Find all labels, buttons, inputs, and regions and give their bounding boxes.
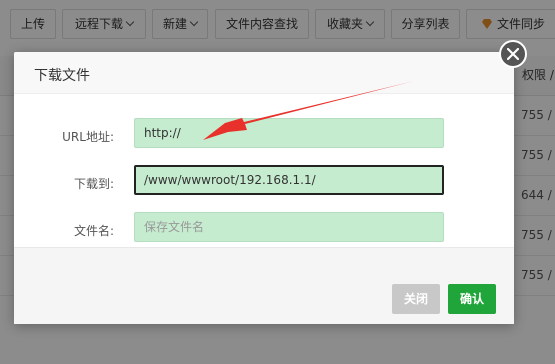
annotation-arrow-icon: [203, 81, 414, 140]
permission-column-header: 权限 /: [522, 68, 554, 82]
